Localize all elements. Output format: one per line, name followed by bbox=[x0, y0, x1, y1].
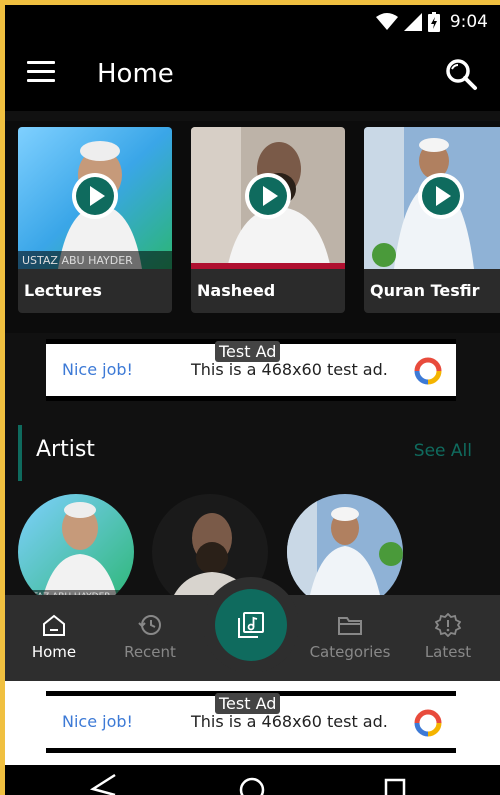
category-thumbnail bbox=[191, 127, 345, 269]
page-title: Home bbox=[97, 59, 174, 89]
back-icon[interactable] bbox=[89, 773, 119, 795]
nav-item-recent[interactable]: Recent bbox=[105, 613, 195, 661]
category-card-nasheed[interactable]: Nasheed bbox=[191, 127, 345, 313]
ad-tag: Test Ad bbox=[215, 693, 281, 714]
play-icon[interactable] bbox=[245, 173, 291, 219]
section-title: Artist bbox=[36, 437, 95, 462]
nav-label: Categories bbox=[309, 643, 391, 661]
ad-logo-icon bbox=[414, 357, 442, 385]
history-icon bbox=[138, 615, 161, 635]
ad-tag: Test Ad bbox=[215, 341, 281, 362]
folder-icon bbox=[338, 617, 362, 635]
nav-item-latest[interactable]: Latest bbox=[403, 613, 493, 661]
nav-label: Latest bbox=[424, 643, 472, 661]
category-carousel[interactable]: USTAZ ABU HAYDER Lectures Nasheed Quran … bbox=[5, 121, 500, 333]
ad-text: This is a 468x60 test ad. bbox=[191, 360, 388, 379]
system-navigation-bar bbox=[5, 765, 500, 795]
menu-icon[interactable] bbox=[27, 61, 55, 89]
nav-item-categories[interactable]: Categories bbox=[305, 613, 395, 661]
music-library-icon bbox=[238, 612, 264, 638]
artist-avatar[interactable]: ZTAZ ABU HAYDER bbox=[18, 494, 134, 610]
overview-icon[interactable] bbox=[381, 775, 411, 795]
main-content: USTAZ ABU HAYDER Lectures Nasheed Quran … bbox=[5, 111, 500, 610]
home-icon bbox=[43, 614, 65, 636]
signal-icon bbox=[403, 13, 422, 31]
play-icon[interactable] bbox=[72, 173, 118, 219]
see-all-link[interactable]: See All bbox=[414, 441, 472, 461]
wifi-icon bbox=[375, 13, 398, 30]
nav-label: Home bbox=[31, 643, 77, 661]
category-label: Nasheed bbox=[197, 281, 276, 300]
category-thumbnail: USTAZ ABU HAYDER bbox=[18, 127, 172, 269]
play-icon[interactable] bbox=[418, 173, 464, 219]
section-accent-bar bbox=[18, 425, 22, 481]
category-card-quran-tesfir[interactable]: Quran Tesfir bbox=[364, 127, 500, 313]
home-circle-icon[interactable] bbox=[237, 775, 267, 795]
artist-section-header: Artist See All bbox=[5, 423, 500, 483]
ad-logo-icon bbox=[414, 709, 442, 737]
phone-screen: 9:04 Home USTAZ ABU HAYDER Lectures Nash… bbox=[5, 5, 500, 795]
alert-icon bbox=[435, 613, 461, 637]
nav-item-home[interactable]: Home bbox=[9, 613, 99, 661]
ad-headline: Nice job! bbox=[62, 712, 133, 731]
thumbnail-caption: USTAZ ABU HAYDER bbox=[22, 254, 133, 267]
category-label: Lectures bbox=[24, 281, 102, 300]
music-library-button[interactable] bbox=[215, 589, 287, 661]
category-label: Quran Tesfir bbox=[370, 281, 480, 300]
ad-headline: Nice job! bbox=[62, 360, 133, 379]
status-bar: 9:04 bbox=[5, 5, 500, 39]
search-icon[interactable] bbox=[444, 57, 478, 91]
battery-icon bbox=[427, 12, 440, 32]
category-thumbnail bbox=[364, 127, 500, 269]
clock: 9:04 bbox=[449, 12, 488, 32]
app-bar: Home bbox=[5, 39, 500, 111]
artist-avatar[interactable] bbox=[287, 494, 403, 610]
ad-text: This is a 468x60 test ad. bbox=[191, 712, 388, 731]
category-card-lectures[interactable]: USTAZ ABU HAYDER Lectures bbox=[18, 127, 172, 313]
nav-label: Recent bbox=[124, 643, 176, 661]
